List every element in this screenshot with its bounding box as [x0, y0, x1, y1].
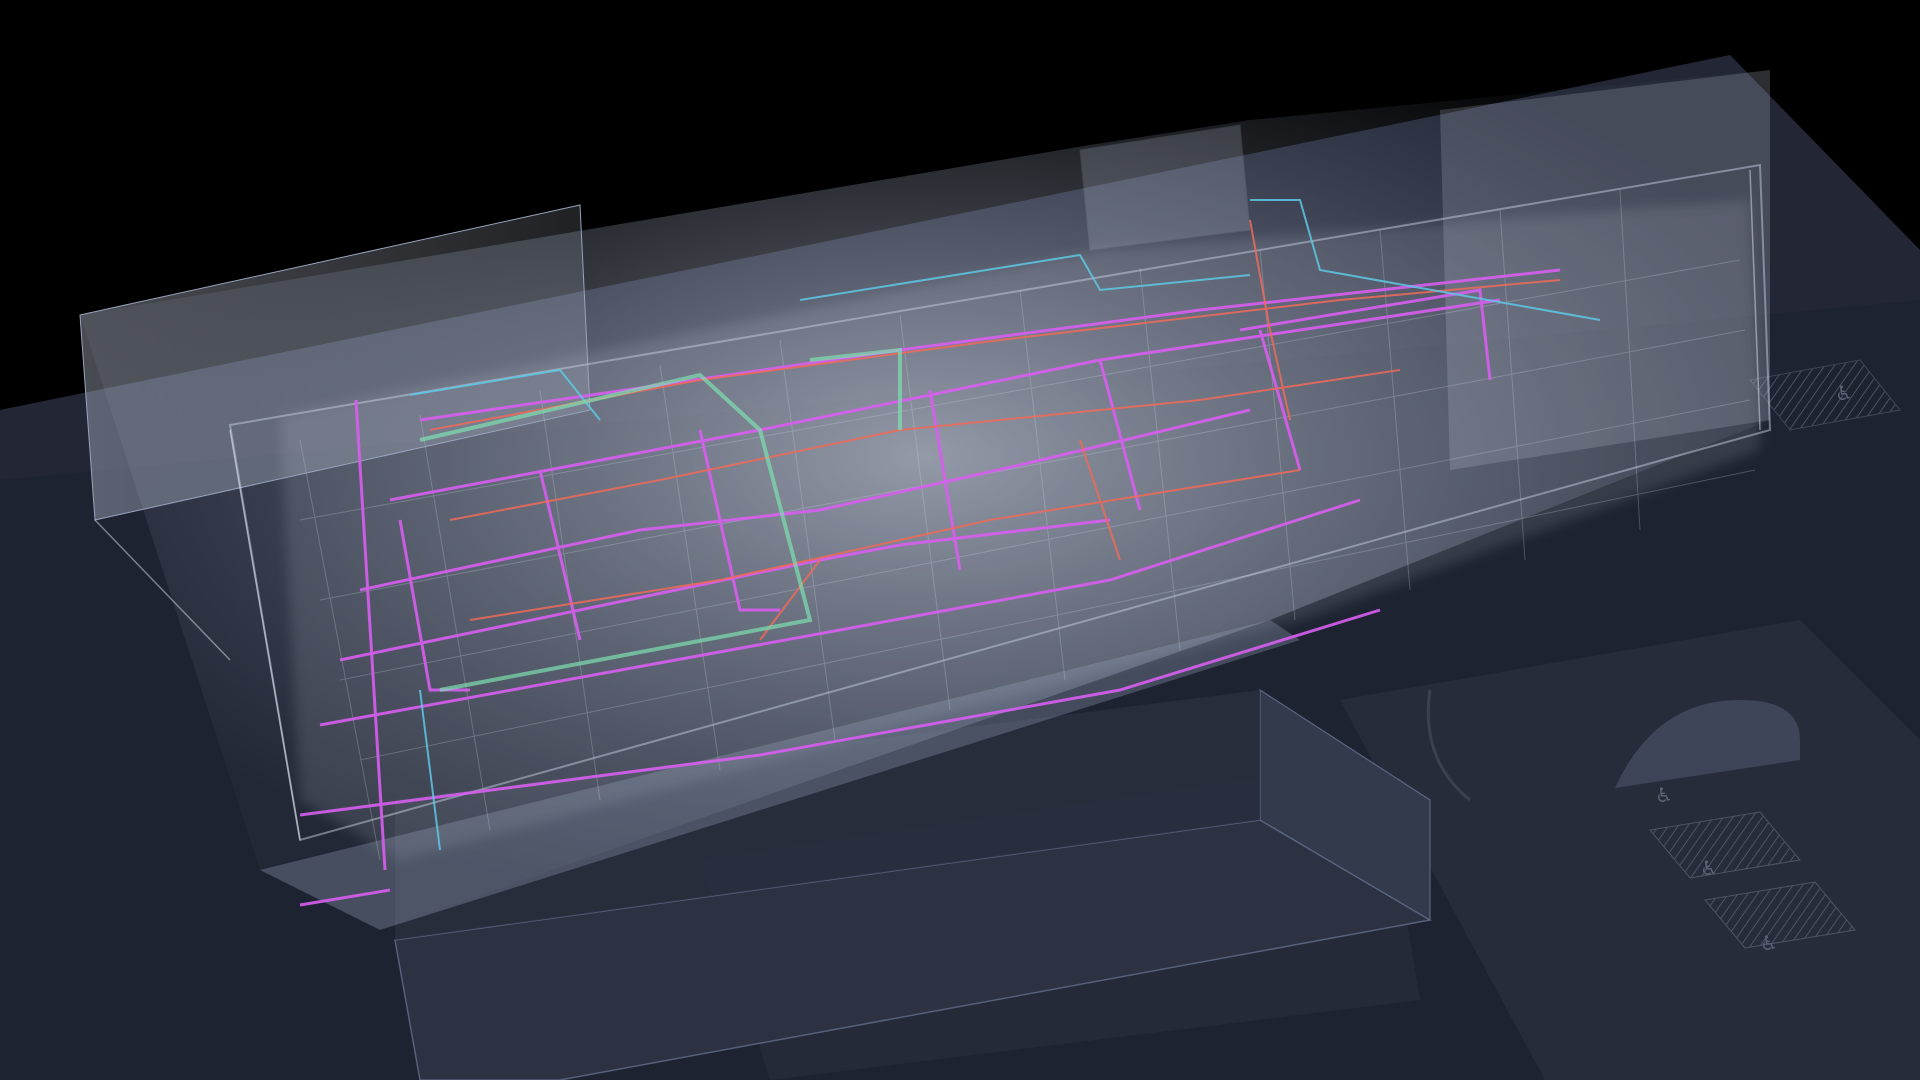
accessible-parking-icon: ♿: [1835, 381, 1853, 405]
building-scene: ♿ ♿ ♿ ♿: [0, 55, 1920, 1080]
accessible-parking-icon: ♿: [1700, 856, 1718, 880]
accessible-parking-icon: ♿: [1760, 931, 1778, 955]
model-viewport: ♿ ♿ ♿ ♿: [0, 0, 1920, 1080]
accessible-parking-icon: ♿: [1655, 783, 1673, 807]
